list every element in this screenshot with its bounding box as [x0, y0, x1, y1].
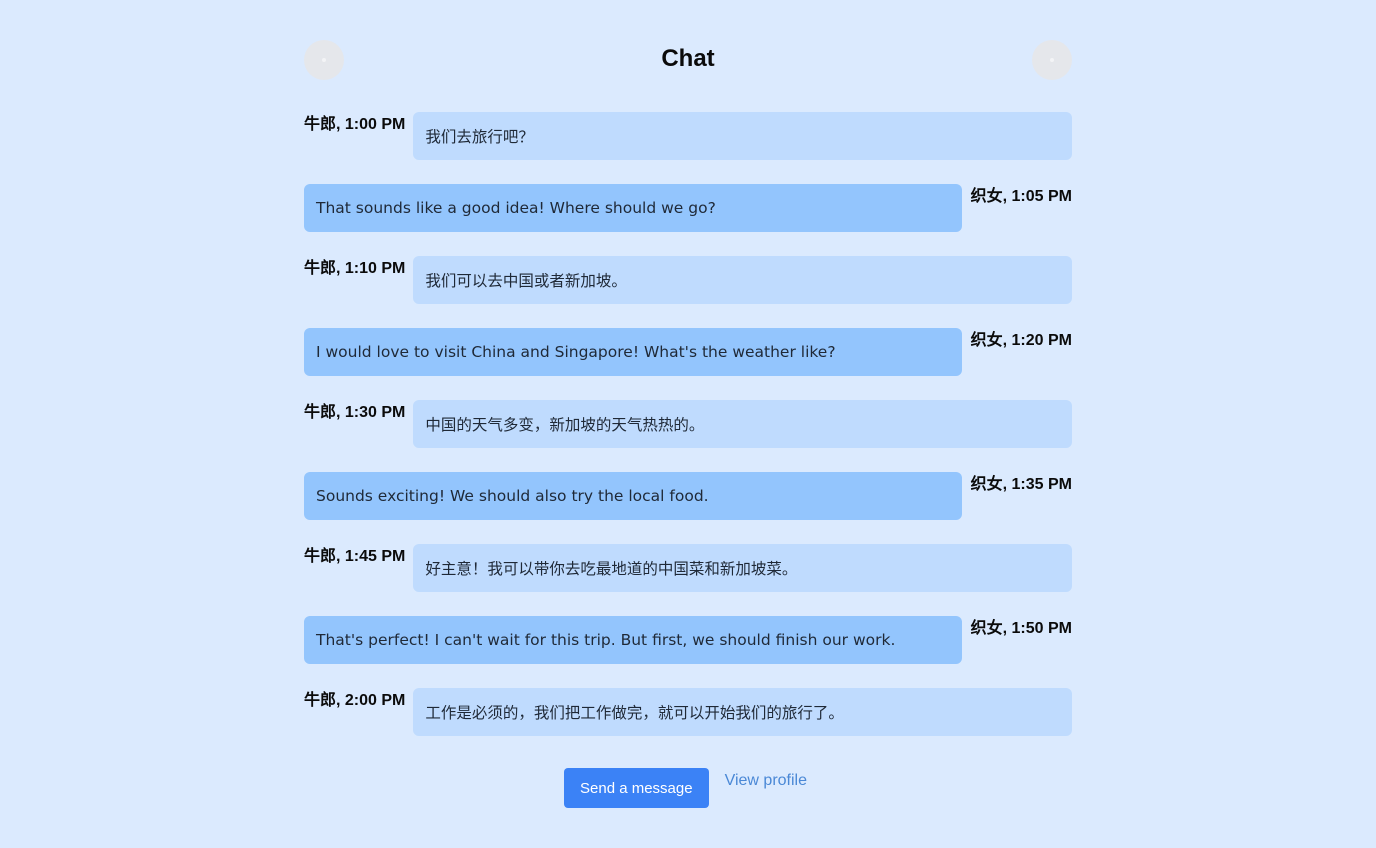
right-avatar-icon[interactable]: [1032, 40, 1072, 80]
message-meta: 织女, 1:05 PM: [970, 188, 1072, 205]
message-row: Sounds exciting! We should also try the …: [304, 472, 1072, 520]
message-meta: 牛郎, 1:00 PM: [304, 116, 406, 133]
message-bubble: 中国的天气多变，新加坡的天气热热的。: [413, 400, 1072, 448]
message-bubble: 好主意！我可以带你去吃最地道的中国菜和新加坡菜。: [413, 544, 1072, 592]
chat-actions: Send a message View profile: [564, 768, 807, 808]
message-bubble: That's perfect! I can't wait for this tr…: [304, 616, 962, 664]
message-meta: 牛郎, 2:00 PM: [304, 692, 406, 709]
message-bubble: Sounds exciting! We should also try the …: [304, 472, 962, 520]
message-row: That's perfect! I can't wait for this tr…: [304, 616, 1072, 664]
send-message-button[interactable]: Send a message: [564, 768, 709, 808]
chat-header: Chat: [304, 40, 1072, 80]
message-list: 牛郎, 1:00 PM 我们去旅行吧？ That sounds like a g…: [304, 112, 1072, 760]
message-row: 牛郎, 1:30 PM 中国的天气多变，新加坡的天气热热的。: [304, 400, 1072, 448]
message-bubble: 我们可以去中国或者新加坡。: [413, 256, 1072, 304]
message-meta: 牛郎, 1:45 PM: [304, 548, 406, 565]
message-meta: 织女, 1:20 PM: [970, 332, 1072, 349]
message-row: That sounds like a good idea! Where shou…: [304, 184, 1072, 232]
avatar-dot: [1050, 58, 1054, 62]
message-meta: 牛郎, 1:10 PM: [304, 260, 406, 277]
page-title: Chat: [661, 45, 715, 72]
view-profile-link[interactable]: View profile: [725, 772, 807, 790]
message-row: 牛郎, 1:10 PM 我们可以去中国或者新加坡。: [304, 256, 1072, 304]
message-bubble: 我们去旅行吧？: [413, 112, 1072, 160]
message-bubble: 工作是必须的，我们把工作做完，就可以开始我们的旅行了。: [413, 688, 1072, 736]
message-meta: 织女, 1:50 PM: [970, 620, 1072, 637]
message-meta: 牛郎, 1:30 PM: [304, 404, 406, 421]
message-row: 牛郎, 2:00 PM 工作是必须的，我们把工作做完，就可以开始我们的旅行了。: [304, 688, 1072, 736]
message-row: I would love to visit China and Singapor…: [304, 328, 1072, 376]
message-meta: 织女, 1:35 PM: [970, 476, 1072, 493]
chat-page: Chat 牛郎, 1:00 PM 我们去旅行吧？ That sounds lik…: [0, 0, 1376, 848]
message-bubble: I would love to visit China and Singapor…: [304, 328, 962, 376]
message-bubble: That sounds like a good idea! Where shou…: [304, 184, 962, 232]
message-row: 牛郎, 1:45 PM 好主意！我可以带你去吃最地道的中国菜和新加坡菜。: [304, 544, 1072, 592]
message-row: 牛郎, 1:00 PM 我们去旅行吧？: [304, 112, 1072, 160]
